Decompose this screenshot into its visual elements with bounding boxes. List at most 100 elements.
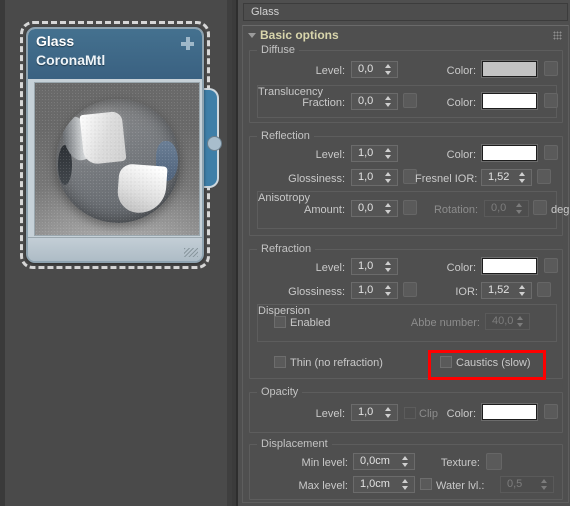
caustics-checkbox[interactable] xyxy=(440,356,452,368)
diffuse-map-button[interactable] xyxy=(544,61,558,76)
displacement-group-label: Displacement xyxy=(257,438,332,450)
reflection-glossiness-value: 1,0 xyxy=(358,171,374,183)
reflection-color-swatch[interactable] xyxy=(482,145,537,161)
refraction-glossiness-spinner[interactable]: 1,0 xyxy=(351,282,398,299)
reflection-map-button[interactable] xyxy=(544,145,558,160)
anisotropy-rotation-unit: deg xyxy=(551,204,570,216)
opacity-color-swatch[interactable] xyxy=(482,404,537,420)
dispersion-enabled-checkbox[interactable] xyxy=(274,316,286,328)
water-level-checkbox[interactable] xyxy=(420,478,432,490)
refraction-glossiness-label: Glossiness: xyxy=(288,286,345,298)
fresnel-ior-label: Fresnel IOR: xyxy=(415,173,478,185)
diffuse-group-label: Diffuse xyxy=(257,44,300,56)
translucency-fraction-spinner[interactable]: 0,0 xyxy=(351,93,398,110)
material-parameters-panel: Glass Basic options Diffuse Level: 0,0 C… xyxy=(236,0,570,506)
rollout-title: Basic options xyxy=(260,28,339,42)
resize-grip-icon[interactable] xyxy=(184,248,198,257)
node-editor-canvas[interactable]: Glass CoronaMtl xyxy=(0,0,232,506)
thin-no-refraction-checkbox[interactable] xyxy=(274,356,286,368)
reflection-level-value: 1,0 xyxy=(358,147,374,159)
spinner-arrows-icon[interactable] xyxy=(538,477,550,492)
node-titlebar[interactable]: Glass CoronaMtl xyxy=(28,29,202,79)
anisotropy-rotation-label: Rotation: xyxy=(433,204,478,216)
rollout-header[interactable]: Basic options xyxy=(243,26,568,44)
reflection-glossiness-label: Glossiness: xyxy=(288,173,345,185)
fresnel-ior-map-button[interactable] xyxy=(537,169,551,184)
opacity-level-value: 1,0 xyxy=(358,406,374,418)
displacement-texture-label: Texture: xyxy=(440,457,480,469)
caustics-label: Caustics (slow) xyxy=(456,357,531,369)
dispersion-enabled-label: Enabled xyxy=(290,317,331,329)
translucency-color-swatch[interactable] xyxy=(482,93,537,109)
spinner-arrows-icon[interactable] xyxy=(514,314,526,329)
translucency-fraction-map-button[interactable] xyxy=(403,93,417,108)
displacement-group: Displacement Min level: 0,0cm Texture: M… xyxy=(249,438,563,500)
grip-dots-icon[interactable] xyxy=(553,31,562,40)
opacity-map-button[interactable] xyxy=(544,404,558,419)
spinner-arrows-icon[interactable] xyxy=(399,454,411,469)
opacity-clip-checkbox[interactable] xyxy=(404,407,416,419)
diffuse-group: Diffuse Level: 0,0 Color: Translucency F… xyxy=(249,44,563,123)
displacement-max-label: Max level: xyxy=(298,480,348,492)
spinner-arrows-icon[interactable] xyxy=(382,94,394,109)
spinner-arrows-icon[interactable] xyxy=(399,477,411,492)
anisotropy-amount-label: Amount: xyxy=(304,204,345,216)
spinner-arrows-icon[interactable] xyxy=(382,62,394,77)
displacement-max-spinner[interactable]: 1,0cm xyxy=(353,476,415,493)
node-title-name: Glass xyxy=(36,33,75,49)
canvas-left-edge xyxy=(0,0,5,506)
basic-options-rollout: Basic options Diffuse Level: 0,0 Color: … xyxy=(242,25,569,503)
spinner-arrows-icon[interactable] xyxy=(382,405,394,420)
preview-noise-overlay xyxy=(35,83,199,235)
spinner-arrows-icon[interactable] xyxy=(516,283,528,298)
fresnel-ior-spinner[interactable]: 1,52 xyxy=(481,169,532,186)
anisotropy-amount-map-button[interactable] xyxy=(403,200,417,215)
refraction-color-label: Color: xyxy=(446,262,476,274)
refraction-level-value: 1,0 xyxy=(358,260,374,272)
spinner-arrows-icon[interactable] xyxy=(382,201,394,216)
chevron-down-icon[interactable] xyxy=(248,33,256,38)
refraction-map-button[interactable] xyxy=(544,258,558,273)
translucency-fraction-value: 0,0 xyxy=(358,95,374,107)
water-level-value: 0,5 xyxy=(507,478,523,490)
node-output-connector-knob[interactable] xyxy=(207,136,222,151)
spinner-arrows-icon[interactable] xyxy=(382,170,394,185)
reflection-glossiness-spinner[interactable]: 1,0 xyxy=(351,169,398,186)
anisotropy-rotation-spinner[interactable]: 0,0 xyxy=(484,200,529,217)
refraction-glossiness-map-button[interactable] xyxy=(403,282,417,297)
ior-label: IOR: xyxy=(455,286,478,298)
ior-map-button[interactable] xyxy=(537,282,551,297)
material-node[interactable]: Glass CoronaMtl xyxy=(26,27,204,263)
node-footer xyxy=(28,237,202,261)
displacement-min-label: Min level: xyxy=(301,457,348,469)
refraction-color-swatch[interactable] xyxy=(482,258,537,274)
spinner-arrows-icon[interactable] xyxy=(382,146,394,161)
diffuse-color-swatch[interactable] xyxy=(482,61,537,77)
refraction-level-spinner[interactable]: 1,0 xyxy=(351,258,398,275)
opacity-group-label: Opacity xyxy=(257,386,303,398)
anisotropy-amount-spinner[interactable]: 0,0 xyxy=(351,200,398,217)
opacity-level-spinner[interactable]: 1,0 xyxy=(351,404,398,421)
refraction-glossiness-value: 1,0 xyxy=(358,284,374,296)
displacement-texture-map-button[interactable] xyxy=(486,453,502,470)
plus-icon[interactable] xyxy=(181,37,194,50)
refraction-level-label: Level: xyxy=(315,262,345,274)
spinner-arrows-icon[interactable] xyxy=(513,201,525,216)
reflection-level-spinner[interactable]: 1,0 xyxy=(351,145,398,162)
material-preview-thumbnail[interactable] xyxy=(34,82,200,236)
reflection-group: Reflection Level: 1,0 Color: Glossiness:… xyxy=(249,130,569,236)
abbe-number-spinner[interactable]: 40,0 xyxy=(485,313,530,330)
spinner-arrows-icon[interactable] xyxy=(382,259,394,274)
spinner-arrows-icon[interactable] xyxy=(382,283,394,298)
anisotropy-rotation-map-button[interactable] xyxy=(533,200,547,215)
displacement-min-value: 0,0cm xyxy=(360,455,390,467)
diffuse-level-spinner[interactable]: 0,0 xyxy=(351,61,398,78)
reflection-level-label: Level: xyxy=(315,149,345,161)
spinner-arrows-icon[interactable] xyxy=(516,170,528,185)
opacity-color-label: Color: xyxy=(446,408,476,420)
abbe-number-label: Abbe number: xyxy=(410,317,480,329)
translucency-map-button[interactable] xyxy=(544,93,558,108)
displacement-min-spinner[interactable]: 0,0cm xyxy=(353,453,415,470)
ior-spinner[interactable]: 1,52 xyxy=(481,282,532,299)
water-level-spinner[interactable]: 0,5 xyxy=(500,476,554,493)
